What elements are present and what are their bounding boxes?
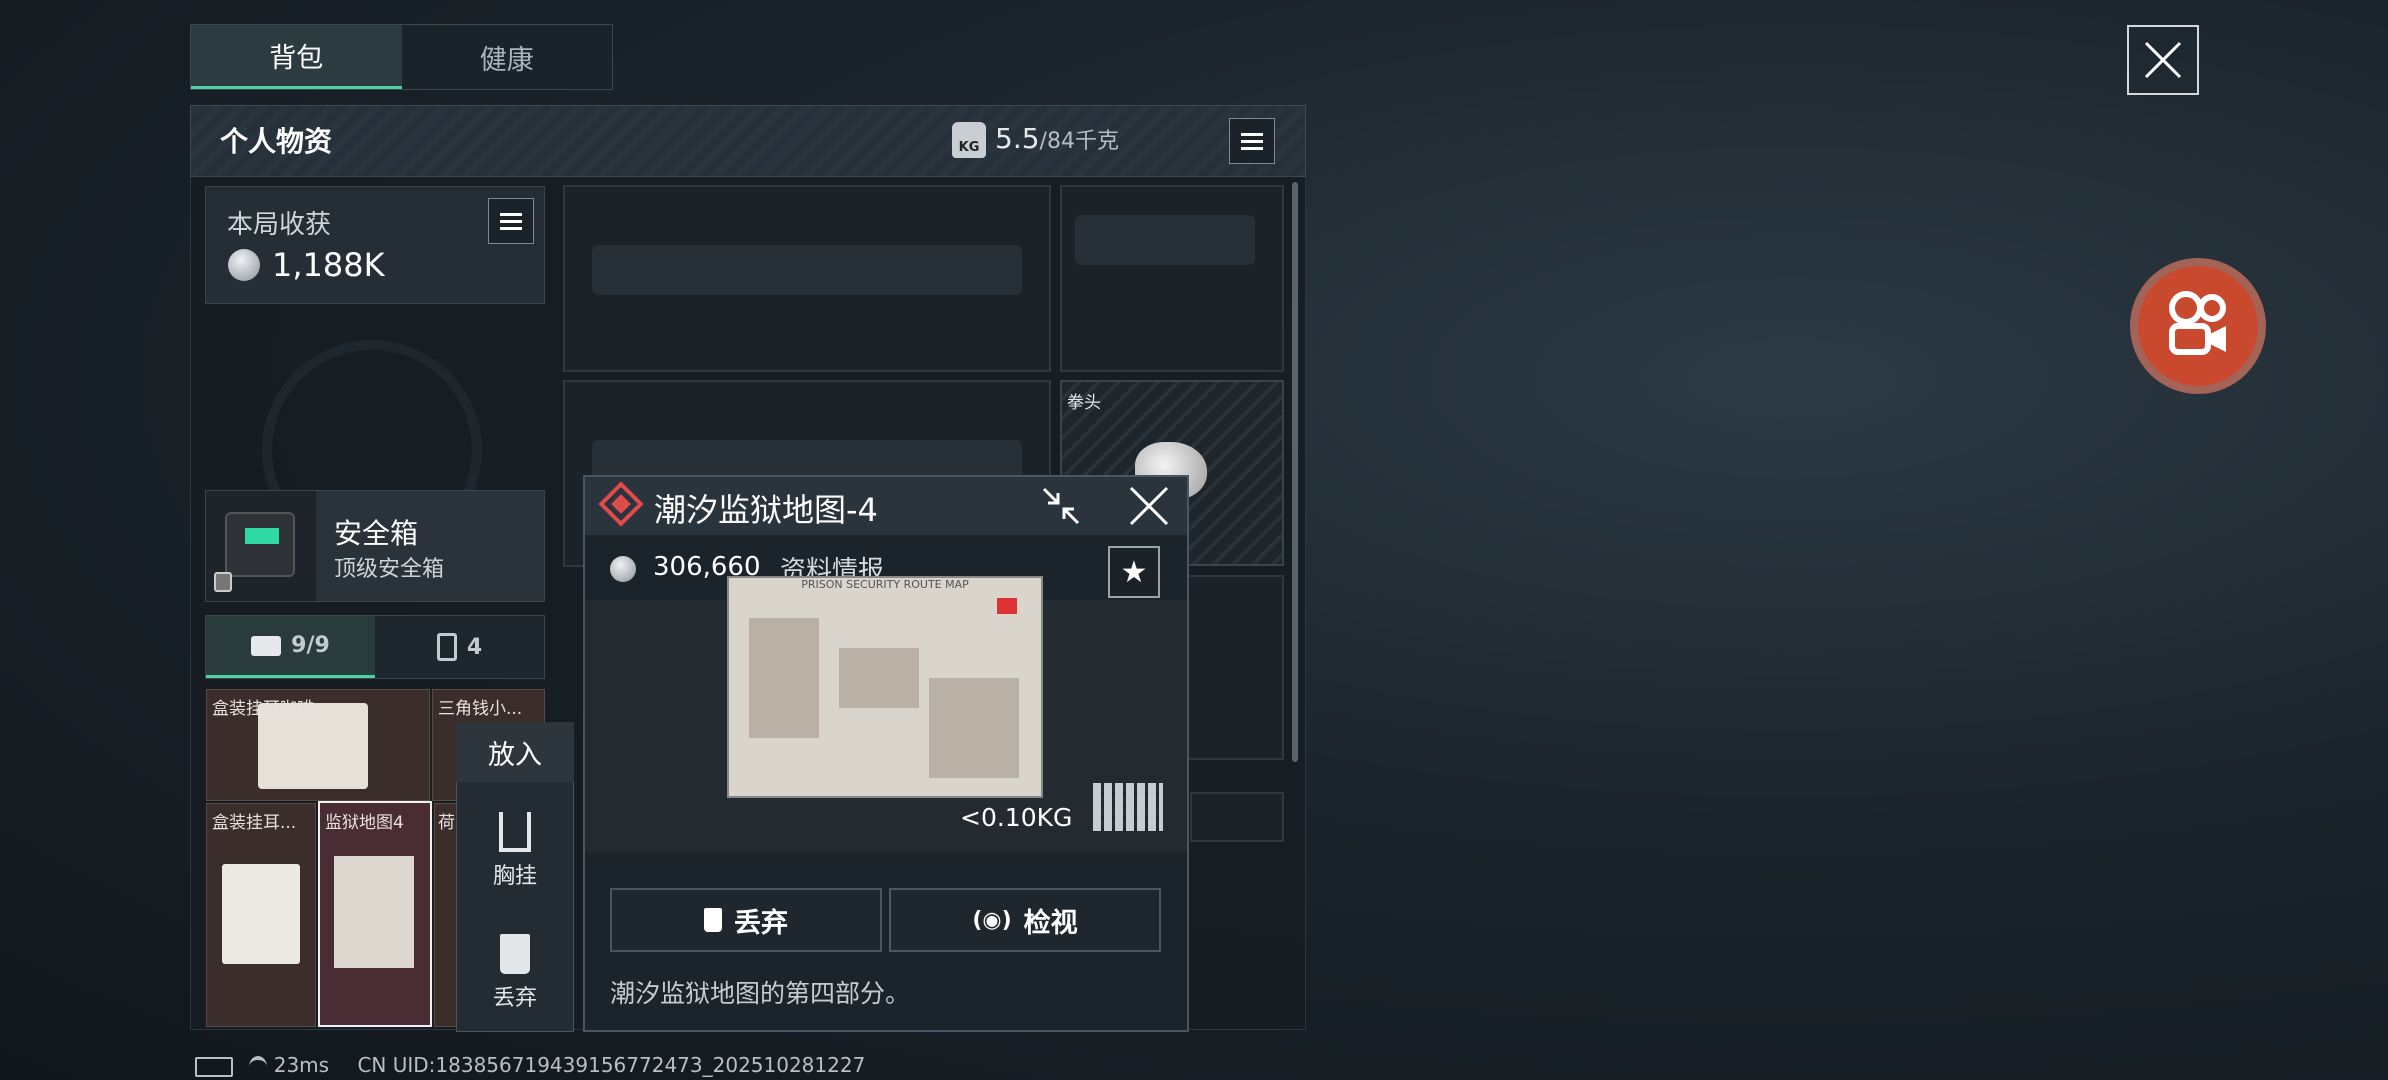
item-description: 潮汐监狱地图的第四部分。 <box>610 979 911 1008</box>
safe-box-led <box>245 528 279 544</box>
prison-map-image <box>727 576 1043 798</box>
top-tabs: 背包 健康 <box>190 24 613 90</box>
coin-icon <box>610 556 636 582</box>
discard-label: 丢弃 <box>734 907 788 939</box>
backpack-icon <box>436 633 457 661</box>
weight-icon: KG <box>952 122 986 158</box>
popup-close-button[interactable] <box>1127 484 1171 528</box>
tab-health[interactable]: 健康 <box>402 25 613 89</box>
toolbox-icon <box>251 635 282 656</box>
container-tabs: 9/9 4 <box>205 615 545 679</box>
tab-backpack-count: 4 <box>466 634 483 660</box>
map-title: PRISON SECURITY ROUTE MAP <box>801 578 969 591</box>
list-icon <box>500 219 522 223</box>
chest-rig-icon <box>499 812 531 852</box>
list-icon <box>1241 139 1263 143</box>
popup-title: 潮汐监狱地图-4 <box>654 491 878 529</box>
harvest-label: 本局收获 <box>227 210 332 240</box>
coin-icon <box>228 249 260 281</box>
trash-icon <box>704 908 722 932</box>
trash-icon <box>500 934 530 974</box>
context-discard-label: 丢弃 <box>492 986 537 1011</box>
status-bar: 23ms CN UID:18385671943915677247​3_20251… <box>195 1053 865 1078</box>
put-in-button[interactable]: 放入 <box>456 722 574 782</box>
pistol-slot[interactable] <box>1060 185 1284 372</box>
close-inventory-button[interactable] <box>2127 25 2199 95</box>
wifi-icon <box>249 1055 268 1078</box>
tab-toolbox-count: 9/9 <box>291 633 330 658</box>
rifle-silhouette <box>592 245 1022 295</box>
star-icon: ★ <box>1120 554 1148 590</box>
tab-toolbox[interactable]: 9/9 <box>206 616 375 678</box>
collapse-icon[interactable] <box>1040 485 1082 527</box>
camera-icon <box>2169 291 2226 355</box>
battery-icon <box>195 1056 233 1077</box>
item-weight: <0.10KG <box>960 803 1073 832</box>
harvest-list-button[interactable] <box>488 198 534 244</box>
item-label: 三角钱小... <box>438 699 523 719</box>
weight-max: /84千克 <box>1039 129 1119 154</box>
eye-icon: (◉) <box>972 907 1012 933</box>
lock-icon <box>214 572 232 592</box>
grid-size-icon <box>1093 783 1163 831</box>
coffee-box-image <box>222 864 300 964</box>
close-icon <box>1129 486 1169 526</box>
safe-box-title: 安全箱 <box>334 517 419 550</box>
ping-value: 23ms <box>273 1053 330 1077</box>
map-room <box>749 618 819 738</box>
scrollbar[interactable] <box>1292 182 1298 762</box>
equipment-slot[interactable] <box>1190 792 1284 842</box>
panel-header <box>190 105 1306 177</box>
safe-box-icon <box>225 512 295 577</box>
context-discard-button[interactable]: 丢弃 <box>456 934 574 1012</box>
discard-button[interactable]: 丢弃 <box>610 888 882 952</box>
harvest-value: 1,188K <box>272 246 385 284</box>
uid-text: CN UID:18385671943915677247​3_2025102812… <box>357 1053 866 1077</box>
favorite-button[interactable]: ★ <box>1108 546 1160 598</box>
video-record-button[interactable] <box>2130 258 2266 394</box>
item-label: 荷 <box>438 813 455 833</box>
collapse-icon-svg <box>1042 487 1080 525</box>
panel-title: 个人物资 <box>220 125 333 158</box>
map-item-image <box>334 856 414 968</box>
close-icon <box>2144 41 2182 79</box>
inspect-button[interactable]: (◉) 检视 <box>889 888 1161 952</box>
inspect-label: 检视 <box>1023 907 1078 939</box>
map-room <box>929 678 1019 778</box>
safe-box-subtitle: 顶级安全箱 <box>334 557 445 582</box>
item-label: 监狱地图4 <box>325 813 404 833</box>
map-room <box>839 648 919 708</box>
tab-backpack[interactable]: 背包 <box>191 25 402 89</box>
pistol-silhouette <box>1075 215 1255 265</box>
chest-rig-label: 胸挂 <box>492 864 537 889</box>
melee-label: 拳头 <box>1067 393 1101 413</box>
item-label: 盒装挂耳咖啡 <box>212 699 314 719</box>
weight-readout: 5.5/84千克 <box>995 122 1119 155</box>
sort-list-button[interactable] <box>1229 118 1275 164</box>
map-marker <box>997 598 1017 614</box>
tab-backpack-container[interactable]: 4 <box>375 616 544 678</box>
weight-current: 5.5 <box>995 122 1040 155</box>
chest-rig-button[interactable]: 胸挂 <box>456 812 574 890</box>
item-label: 盒装挂耳... <box>212 813 297 833</box>
